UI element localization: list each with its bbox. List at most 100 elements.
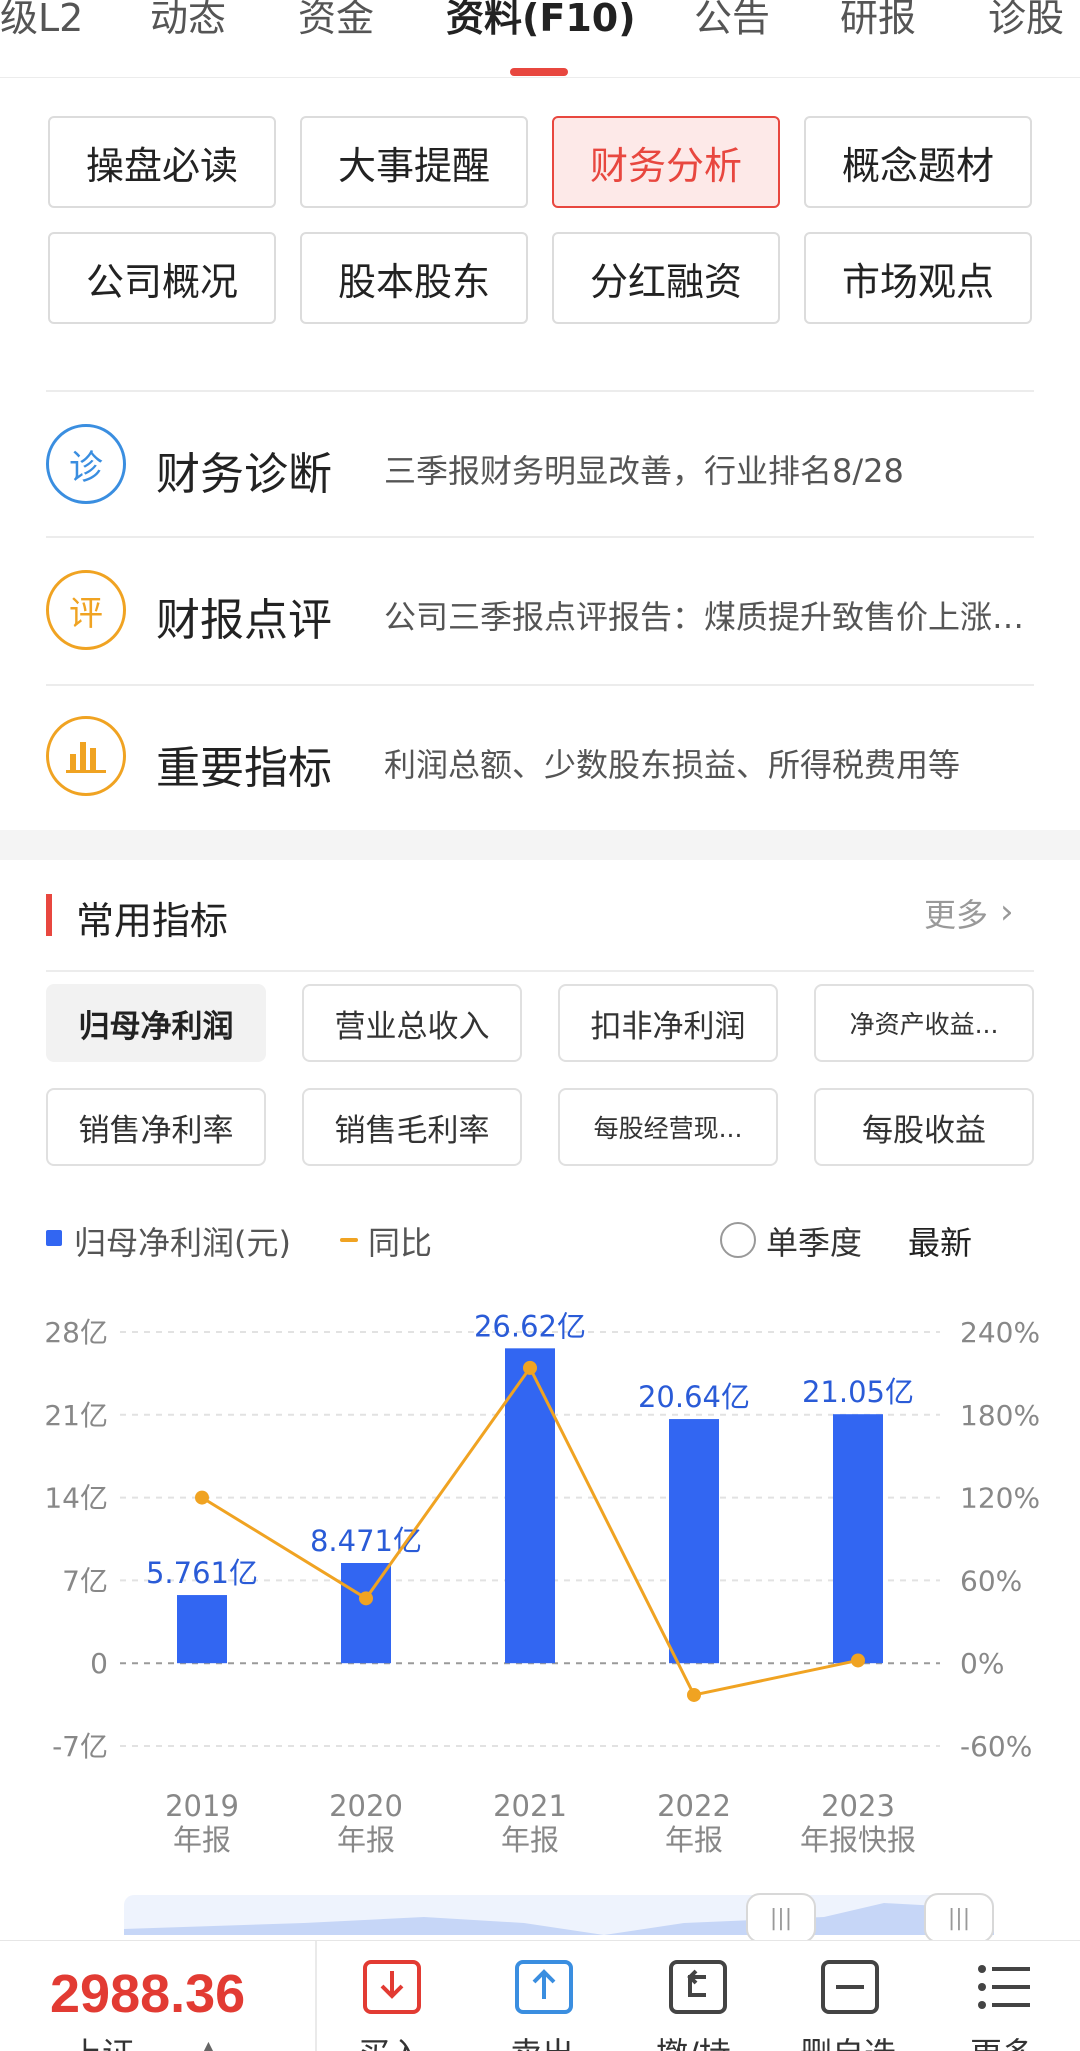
index-value[interactable]: 2988.36 [50,1963,245,2025]
menu-icon [978,1965,1030,2009]
indicator-operating-cashflow-per-share[interactable]: 每股经营现... [558,1088,778,1166]
bar [341,1563,391,1664]
cancel-hold-icon [669,1960,727,2014]
more-label: 更多 [970,2029,1034,2051]
section-accent-bar [46,894,52,936]
bar-data-label: 5.761亿 [146,1556,258,1590]
buy-label: 买入 [358,2029,422,2051]
category-financial-analysis[interactable]: 财务分析 [552,116,780,208]
x-tick-label: 年报 [665,1823,723,1857]
tab-level2[interactable]: 级L2 [0,0,83,42]
bar [505,1348,555,1664]
x-tick-label: 年报 [337,1823,395,1857]
category-dividends[interactable]: 分红融资 [552,232,780,324]
range-handle-left[interactable]: ||| [746,1893,816,1943]
tab-f10[interactable]: 资料(F10) [446,0,636,42]
top-tab-bar: 级L2 动态 资金 资料(F10) 公告 研报 诊股 [0,0,1080,78]
tab-announcements[interactable]: 公告 [694,0,770,42]
more-link[interactable]: 更多 [924,890,988,936]
remove-watchlist-icon [821,1960,879,2014]
legend-bar-label: 归母净利润(元) [74,1224,291,1262]
legend-line-swatch [340,1238,358,1242]
tab-research[interactable]: 研报 [840,0,916,42]
tab-diagnosis[interactable]: 诊股 [988,0,1064,42]
x-tick-label: 2020 [329,1789,403,1823]
yoy-point [523,1360,537,1375]
bar [177,1595,227,1664]
net-profit-chart: 28亿 21亿 14亿 7亿 0 -7亿 240% 180% 120% 60% 0% -60% 5.76… [44,1309,1040,1857]
feature-desc: 三季报财务明显改善，行业排名8/28 [384,452,904,490]
y-left-tick-label: 21亿 [44,1399,108,1432]
indicator-roe[interactable]: 净资产收益... [814,984,1034,1062]
cancel-hold-label: 撤/持 [656,2029,731,2051]
x-tick-label: 年报 [501,1823,559,1857]
latest-toggle[interactable]: 最新 [908,1218,972,1264]
tab-funds[interactable]: 资金 [298,0,374,42]
indicator-net-profit[interactable]: 归母净利润 [46,984,266,1062]
range-handle-right[interactable]: ||| [924,1893,994,1943]
y-left-tick-label: 28亿 [44,1316,108,1349]
legend-line-label: 同比 [368,1224,433,1262]
diagnosis-icon: 诊 [46,424,126,504]
category-major-events[interactable]: 大事提醒 [300,116,528,208]
active-tab-indicator [510,68,568,76]
bar-data-label: 20.64亿 [638,1380,750,1414]
feature-title: 重要指标 [156,743,332,794]
divider [46,390,1034,392]
x-tick-label: 2021 [493,1789,567,1823]
section-spacer [0,830,1080,860]
review-icon: 评 [46,570,126,650]
divider [46,536,1034,538]
bottom-action-bar: 2988.36 上证 ▲ 买入 卖出 撤/持 删自选 [0,1940,1080,2051]
bar-data-label: 21.05亿 [802,1375,914,1409]
single-quarter-radio[interactable] [720,1222,756,1258]
range-scroller[interactable] [124,1895,994,1935]
indicator-net-margin[interactable]: 销售净利率 [46,1088,266,1166]
remove-watchlist-label: 删自选 [800,2029,896,2051]
category-trading-essentials[interactable]: 操盘必读 [48,116,276,208]
section-title: 常用指标 [76,899,229,943]
y-right-tick-label: 240% [960,1316,1040,1349]
divider [46,684,1034,686]
sell-label: 卖出 [510,2029,574,2051]
indicator-deducted-net-profit[interactable]: 扣非净利润 [558,984,778,1062]
yoy-point [195,1490,209,1505]
x-tick-label: 2022 [657,1789,731,1823]
sell-icon [515,1960,573,2014]
tab-dynamics[interactable]: 动态 [150,0,226,42]
indicator-eps[interactable]: 每股收益 [814,1088,1034,1166]
y-right-tick-label: 180% [960,1399,1040,1432]
category-market-views[interactable]: 市场观点 [804,232,1032,324]
bar-chart-icon [46,716,126,796]
index-name[interactable]: 上证 [70,2029,134,2051]
chevron-up-icon[interactable]: ▲ [200,2037,217,2051]
chevron-right-icon[interactable]: › [1000,892,1014,932]
x-tick-label: 年报快报 [800,1823,916,1857]
legend-bar-swatch [46,1230,62,1246]
y-right-tick-label: 0% [960,1647,1004,1680]
feature-title: 财务诊断 [156,449,332,500]
feature-desc: 利润总额、少数股东损益、所得税费用等 [384,746,961,784]
y-right-tick-label: -60% [960,1730,1032,1763]
category-company-profile[interactable]: 公司概况 [48,232,276,324]
yoy-point [687,1687,701,1702]
category-shareholders[interactable]: 股本股东 [300,232,528,324]
single-quarter-label[interactable]: 单季度 [766,1218,862,1264]
indicator-gross-margin[interactable]: 销售毛利率 [302,1088,522,1166]
divider [46,970,1034,972]
y-left-tick-label: 0 [90,1647,108,1680]
buy-icon [363,1960,421,2014]
y-left-tick-label: 7亿 [62,1564,108,1597]
divider [315,1941,317,2051]
y-right-tick-label: 120% [960,1482,1040,1515]
y-left-tick-label: -7亿 [52,1730,108,1763]
bar [833,1414,883,1664]
indicator-revenue[interactable]: 营业总收入 [302,984,522,1062]
x-tick-label: 年报 [173,1823,231,1857]
bar [669,1419,719,1664]
category-concepts[interactable]: 概念题材 [804,116,1032,208]
y-right-tick-label: 60% [960,1564,1022,1597]
bar-data-label: 26.62亿 [474,1309,586,1343]
feature-title: 财报点评 [156,595,332,646]
yoy-point [359,1591,373,1606]
